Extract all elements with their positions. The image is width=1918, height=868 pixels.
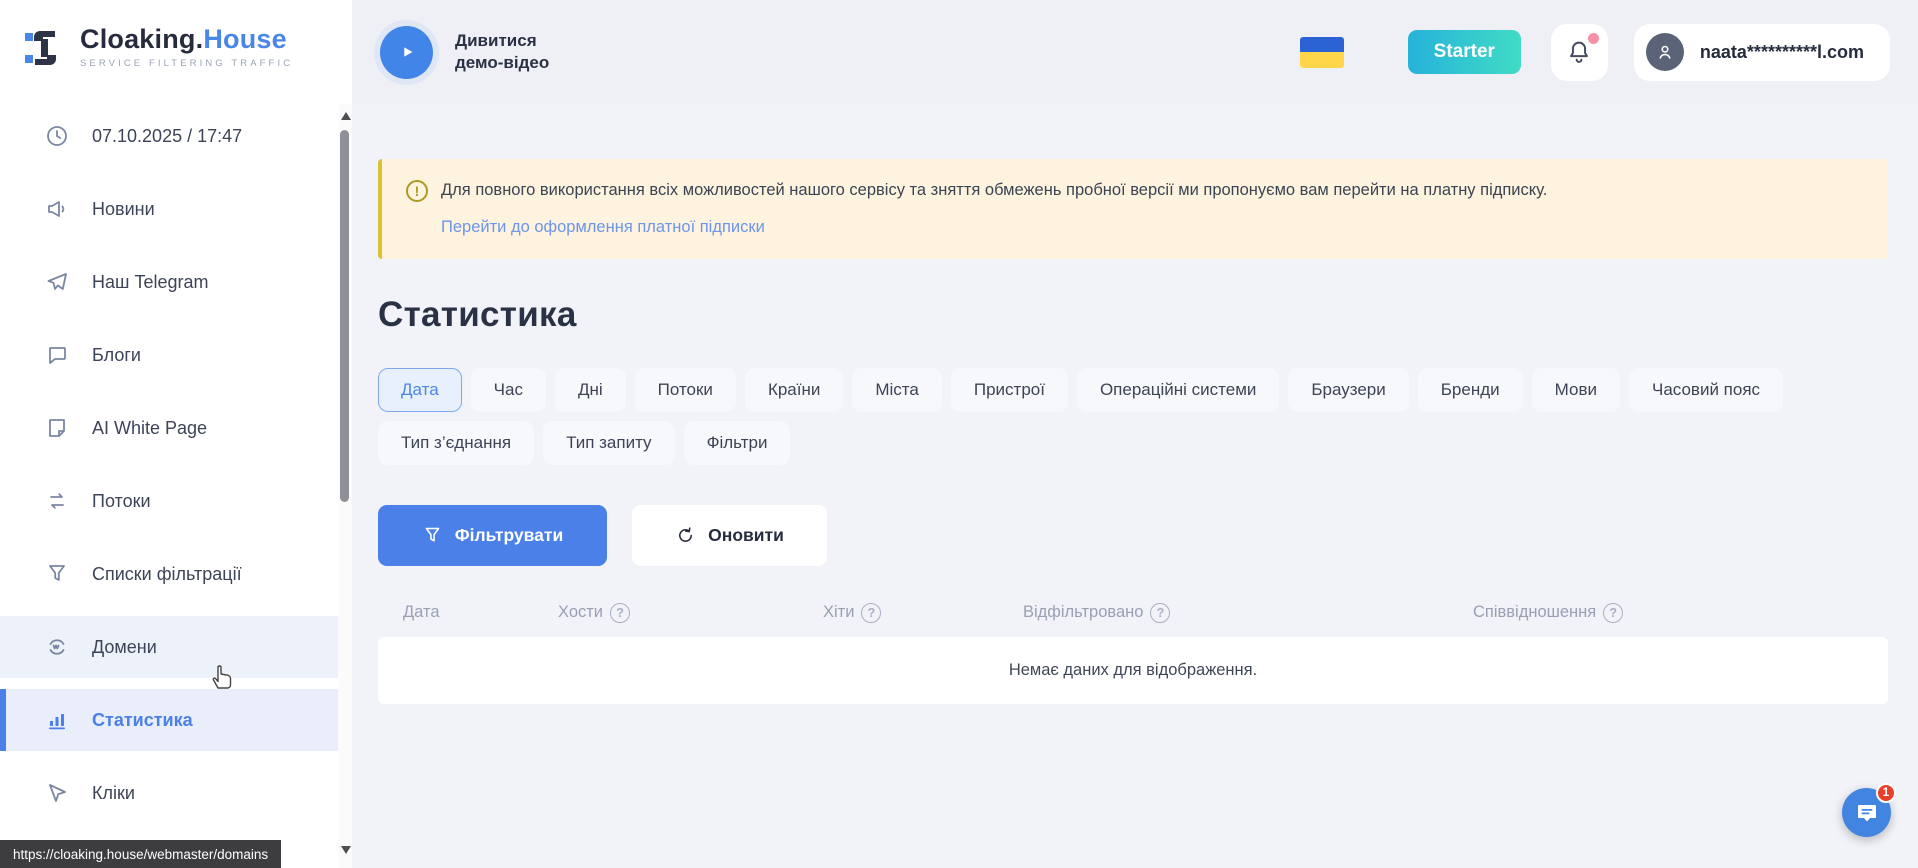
- scrollbar-thumb[interactable]: [340, 130, 349, 502]
- sidebar-item-datetime: 07.10.2025 / 17:47: [0, 105, 352, 167]
- chat-bubble-icon: [44, 342, 70, 368]
- sidebar-item-news[interactable]: Новини: [0, 178, 352, 240]
- tab-cities[interactable]: Міста: [852, 368, 942, 412]
- domain-icon: [44, 634, 70, 660]
- sidebar-scrollbar[interactable]: [338, 104, 352, 868]
- sidebar-nav: 07.10.2025 / 17:47 Новини Наш Telegram Б…: [0, 93, 352, 824]
- brand-logo[interactable]: Cloaking.House SERVICE FILTERING TRAFFIC: [0, 0, 352, 93]
- sidebar-item-streams[interactable]: Потоки: [0, 470, 352, 532]
- tab-connection-type[interactable]: Тип з’єднання: [378, 421, 534, 465]
- streams-icon: [44, 488, 70, 514]
- tab-operating-systems[interactable]: Операційні системи: [1077, 368, 1279, 412]
- banner-text: Для повного використання всіх можливосте…: [441, 178, 1547, 204]
- telegram-icon: [44, 269, 70, 295]
- clock-icon: [44, 123, 70, 149]
- sidebar-item-label: 07.10.2025 / 17:47: [92, 126, 242, 147]
- page-title: Статистика: [378, 295, 1888, 335]
- scroll-down-icon[interactable]: [341, 846, 351, 854]
- column-header-filtered: Відфільтровано?: [1023, 603, 1453, 623]
- sidebar-item-filter-lists[interactable]: Списки фільтрації: [0, 543, 352, 605]
- tab-days[interactable]: Дні: [555, 368, 626, 412]
- tab-timezone[interactable]: Часовий пояс: [1629, 368, 1783, 412]
- language-flag-ukraine[interactable]: [1300, 37, 1344, 68]
- chat-widget-button[interactable]: 1: [1842, 788, 1891, 837]
- demo-video-label[interactable]: Дивитися демо-відео: [455, 30, 585, 74]
- tab-brands[interactable]: Бренди: [1418, 368, 1523, 412]
- statistics-filter-tabs: Дата Час Дні Потоки Країни Міста Пристро…: [378, 368, 1886, 465]
- plan-starter-button[interactable]: Starter: [1408, 30, 1521, 74]
- brand-name: Cloaking.House: [80, 26, 293, 53]
- sidebar-item-label: Статистика: [92, 710, 193, 731]
- browser-link-preview: https://cloaking.house/webmaster/domains: [0, 840, 281, 868]
- help-icon[interactable]: ?: [610, 603, 630, 623]
- tab-date[interactable]: Дата: [378, 368, 462, 412]
- refresh-icon: [675, 525, 696, 546]
- play-demo-button[interactable]: [380, 26, 433, 79]
- topbar: Дивитися демо-відео Starter naata*******…: [352, 0, 1918, 104]
- filter-funnel-icon: [422, 525, 443, 546]
- column-header-date: Дата: [378, 603, 558, 622]
- tab-streams[interactable]: Потоки: [635, 368, 736, 412]
- stats-icon: [44, 707, 70, 733]
- main-content: ! Для повного використання всіх можливос…: [352, 104, 1918, 868]
- sidebar-item-blogs[interactable]: Блоги: [0, 324, 352, 386]
- tab-browsers[interactable]: Браузери: [1288, 368, 1408, 412]
- brand-logo-icon: [24, 27, 66, 69]
- trial-warning-banner: ! Для повного використання всіх можливос…: [378, 159, 1888, 259]
- sidebar-item-telegram[interactable]: Наш Telegram: [0, 251, 352, 313]
- sidebar-item-statistics[interactable]: Статистика: [0, 689, 352, 751]
- help-icon[interactable]: ?: [1603, 603, 1623, 623]
- chat-launcher-icon: [1855, 801, 1879, 825]
- subscription-link[interactable]: Перейти до оформлення платної підписки: [441, 218, 765, 237]
- empty-state-text: Немає даних для відображення.: [1009, 661, 1257, 680]
- refresh-button[interactable]: Оновити: [632, 505, 827, 566]
- sidebar-item-label: Наш Telegram: [92, 272, 208, 293]
- column-header-hosts: Хости?: [558, 603, 823, 623]
- tab-filters[interactable]: Фільтри: [684, 421, 791, 465]
- person-icon: [1654, 41, 1676, 63]
- tab-languages[interactable]: Мови: [1532, 368, 1620, 412]
- user-menu[interactable]: naata**********l.com: [1634, 24, 1890, 81]
- sidebar-item-ai-white-page[interactable]: AI White Page: [0, 397, 352, 459]
- sidebar-item-label: Потоки: [92, 491, 151, 512]
- megaphone-icon: [44, 196, 70, 222]
- page-icon: [44, 415, 70, 441]
- warning-icon: !: [406, 180, 428, 202]
- help-icon[interactable]: ?: [1150, 603, 1170, 623]
- tab-time[interactable]: Час: [471, 368, 546, 412]
- sidebar: Cloaking.House SERVICE FILTERING TRAFFIC…: [0, 0, 352, 868]
- notifications-button[interactable]: [1551, 24, 1608, 81]
- sidebar-item-label: Новини: [92, 199, 155, 220]
- tab-devices[interactable]: Пристрої: [951, 368, 1068, 412]
- column-header-hits: Хіти?: [823, 603, 1023, 623]
- scroll-up-icon[interactable]: [341, 112, 351, 120]
- chat-unread-badge: 1: [1876, 783, 1896, 803]
- sidebar-item-label: Кліки: [92, 783, 135, 804]
- notification-dot: [1588, 33, 1599, 44]
- sidebar-item-label: Домени: [92, 637, 157, 658]
- brand-tagline: SERVICE FILTERING TRAFFIC: [80, 58, 293, 69]
- cursor-icon: [44, 780, 70, 806]
- hand-cursor-icon: [206, 658, 238, 692]
- sidebar-item-domains[interactable]: Домени: [0, 616, 352, 678]
- user-email: naata**********l.com: [1700, 42, 1864, 63]
- sidebar-item-label: Блоги: [92, 345, 141, 366]
- statistics-table-header: Дата Хости? Хіти? Відфільтровано? Співві…: [378, 603, 1888, 623]
- avatar: [1646, 33, 1684, 71]
- funnel-icon: [44, 561, 70, 587]
- help-icon[interactable]: ?: [861, 603, 881, 623]
- tab-countries[interactable]: Країни: [745, 368, 843, 412]
- column-header-ratio: Співвідношення?: [1453, 603, 1888, 623]
- sidebar-item-clicks[interactable]: Кліки: [0, 762, 352, 824]
- sidebar-item-label: AI White Page: [92, 418, 207, 439]
- sidebar-item-label: Списки фільтрації: [92, 564, 242, 585]
- play-icon: [396, 41, 418, 63]
- tab-request-type[interactable]: Тип запиту: [543, 421, 675, 465]
- filter-button[interactable]: Фільтрувати: [378, 505, 607, 566]
- empty-state: Немає даних для відображення.: [378, 637, 1888, 704]
